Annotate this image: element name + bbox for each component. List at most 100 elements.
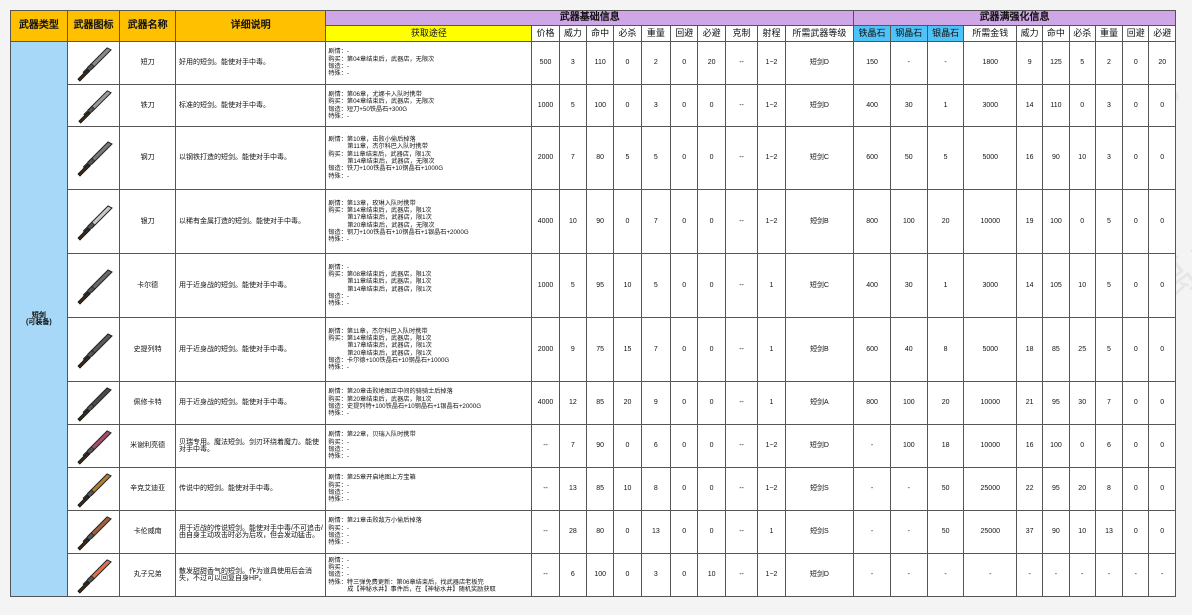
dagger-icon	[77, 558, 112, 594]
strong-stat-cell: 0	[1068, 189, 1096, 254]
strong-stat-cell: 10	[1068, 510, 1096, 554]
strong-stat-cell: 30	[889, 84, 928, 127]
header-strong-col: 必杀	[1068, 25, 1096, 42]
strong-stat-cell: 3	[1094, 126, 1124, 190]
weapon-desc: 贝瑞专用。魔法短剑。剑刃环绕着魔力。能使对手中毒。	[175, 424, 327, 468]
weapon-desc: 以钢铁打造的短剑。能使对手中毒。	[175, 126, 327, 190]
strong-stat-cell: 20	[1068, 467, 1096, 511]
strong-stat-cell: 0	[1122, 317, 1150, 382]
strong-stat-cell: -	[889, 553, 928, 597]
base-stat-cell: 0	[697, 467, 726, 511]
base-stat-cell: 短剑S	[784, 467, 855, 511]
base-stat-cell: 短剑C	[784, 253, 855, 318]
base-stat-cell: 5	[613, 126, 642, 190]
base-stat-cell: 1	[757, 253, 786, 318]
base-stat-cell: 1000	[531, 253, 560, 318]
strong-stat-cell: 1	[926, 84, 965, 127]
table-row: 史提列特 用于近身战的短剑。能使对手中毒。 剧情：第11章，杰尔科巴入队时携带 购买…	[11, 317, 1176, 382]
weapon-name: 佩修卡特	[119, 381, 177, 425]
strong-stat-cell: 19	[1016, 189, 1044, 254]
strong-stat-cell: 90	[1042, 510, 1070, 554]
dagger-icon	[77, 429, 112, 465]
weapon-source: 剧情：第21章击败敌方小偷后掉落 购买：- 锻造：- 特殊：-	[325, 510, 533, 554]
base-stat-cell: 短剑D	[784, 424, 855, 468]
weapon-desc: 以稀有金属打造的短剑。能使对手中毒。	[175, 189, 327, 254]
strong-stat-cell: 20	[1148, 41, 1176, 85]
strong-stat-cell: 0	[1148, 253, 1176, 318]
base-stat-cell: 0	[697, 253, 726, 318]
base-stat-cell: --	[724, 126, 759, 190]
base-stat-cell: 1000	[531, 84, 560, 127]
header-strong-col: 命中	[1042, 25, 1070, 42]
base-stat-cell: --	[724, 189, 759, 254]
header-strong-col: 重量	[1094, 25, 1124, 42]
strong-stat-cell: 1	[926, 253, 965, 318]
strong-stat-cell: 6	[1094, 424, 1124, 468]
strong-stat-cell: 18	[1016, 317, 1044, 382]
table-row: 佩修卡特 用于近身战的短剑。能使对手中毒。 剧情：第20章击败地图正中间的骑骑士后掉…	[11, 381, 1176, 425]
base-stat-cell: --	[724, 317, 759, 382]
strong-stat-cell: 0	[1068, 84, 1096, 127]
weapon-icon	[66, 189, 121, 254]
weapon-name: 史提列特	[119, 317, 177, 382]
dagger-icon	[77, 515, 112, 551]
base-stat-cell: 8	[640, 467, 672, 511]
header-name: 武器名称	[119, 10, 177, 42]
header-strong-col: 铁晶石	[853, 25, 891, 42]
base-stat-cell: 1~2	[757, 189, 786, 254]
weapon-desc: 用于近战的传说短剑。能使对手中毒/不可追击/由自身主动攻击时必为后攻，但会发动猛…	[175, 510, 327, 554]
weapon-desc: 用于近身战的短剑。能使对手中毒。	[175, 381, 327, 425]
strong-stat-cell: 5	[1094, 189, 1124, 254]
base-stat-cell: 15	[613, 317, 642, 382]
base-stat-cell: 4000	[531, 189, 560, 254]
base-stat-cell: --	[724, 553, 759, 597]
strong-stat-cell: 10000	[963, 424, 1018, 468]
table-row: 短剑 (可装备) 短刀 好用的短剑。能使对手中毒。 剧情：- 购买：第04章结束后，武…	[10, 41, 1176, 597]
base-stat-cell: 10	[613, 467, 642, 511]
strong-stat-cell: 3000	[963, 84, 1018, 127]
base-stat-cell: --	[531, 553, 560, 597]
dagger-icon	[77, 46, 112, 82]
header-strong-col: 所需金钱	[963, 25, 1018, 42]
base-stat-cell: 5	[558, 84, 588, 127]
base-stat-cell: 0	[670, 317, 699, 382]
base-stat-cell: 5	[640, 126, 672, 190]
base-stat-cell: 0	[670, 553, 699, 597]
base-stat-cell: --	[724, 510, 759, 554]
strong-stat-cell: 150	[853, 41, 891, 85]
weapon-source: 剧情：第11章，杰尔科巴入队时携带 购买：第14章结束后，武器店，限1次 第17…	[325, 317, 533, 382]
strong-stat-cell: 5	[1068, 41, 1096, 85]
strong-stat-cell: 21	[1016, 381, 1044, 425]
base-stat-cell: 短剑B	[784, 317, 855, 382]
base-stat-cell: 短剑S	[784, 510, 855, 554]
strong-stat-cell: 5	[1094, 253, 1124, 318]
base-stat-cell: 12	[558, 381, 588, 425]
strong-stat-cell: 8	[1094, 467, 1124, 511]
header-base-col: 威力	[558, 25, 588, 42]
weapon-source: 剧情：- 购买：- 锻造：- 特殊：特三弹免费更新：第06章结束后，找武器店老板…	[325, 553, 533, 597]
strong-stat-cell: 125	[1042, 41, 1070, 85]
header-base-col: 必避	[697, 25, 726, 42]
strong-stat-cell: 10	[1068, 253, 1096, 318]
strong-stat-cell: 0	[1148, 317, 1176, 382]
strong-stat-cell: 10	[1068, 126, 1096, 190]
base-stat-cell: 9	[558, 317, 588, 382]
base-stat-cell: 5	[640, 253, 672, 318]
base-stat-cell: 短剑A	[784, 381, 855, 425]
base-stat-cell: 0	[670, 424, 699, 468]
base-stat-cell: 75	[586, 317, 615, 382]
strong-stat-cell: 0	[1148, 424, 1176, 468]
base-stat-cell: 短剑D	[784, 41, 855, 85]
base-stat-cell: 110	[586, 41, 615, 85]
base-stat-cell: 85	[586, 381, 615, 425]
header-desc: 详细说明	[175, 10, 327, 42]
base-stat-cell: 9	[640, 381, 672, 425]
strong-stat-cell: 5	[1094, 317, 1124, 382]
base-stat-cell: 0	[613, 424, 642, 468]
header-base-col: 所需武器等级	[784, 25, 855, 42]
base-stat-cell: 0	[670, 84, 699, 127]
dagger-icon	[77, 386, 112, 422]
base-stat-cell: 7	[640, 189, 672, 254]
strong-stat-cell: 5000	[963, 126, 1018, 190]
base-stat-cell: 28	[558, 510, 588, 554]
